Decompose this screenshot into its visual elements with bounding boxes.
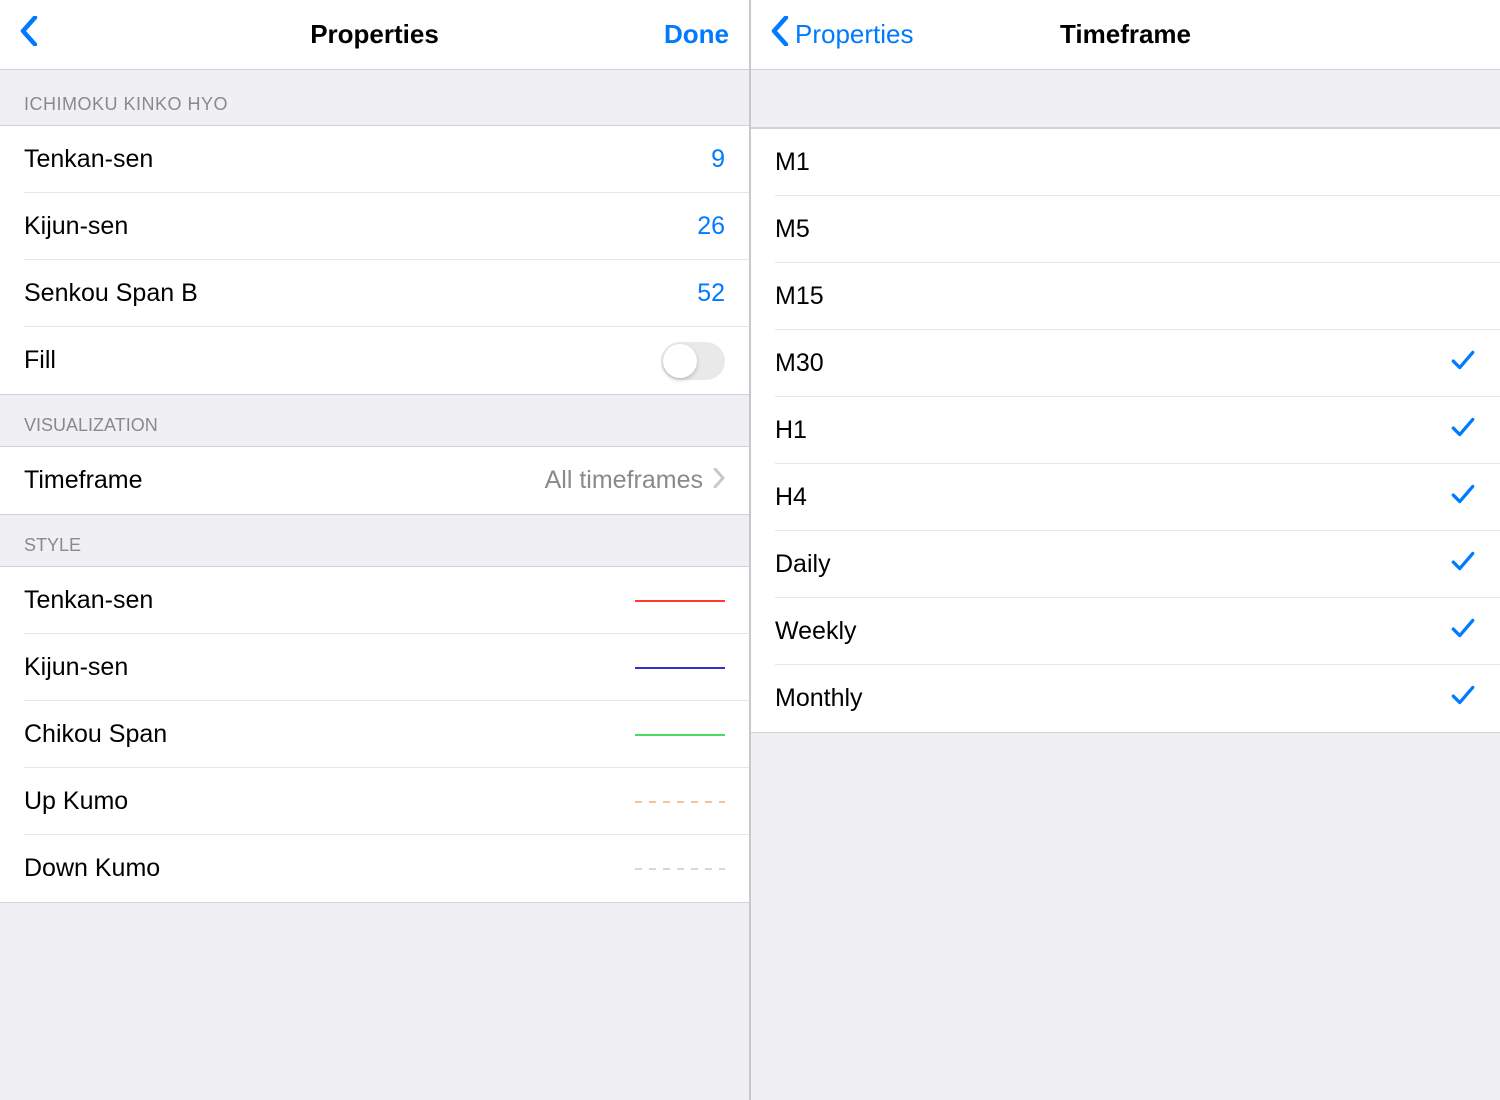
chevron-left-icon <box>771 16 795 53</box>
style-label: Down Kumo <box>24 854 160 883</box>
senkou-value: 52 <box>697 279 725 308</box>
page-title: Properties <box>310 19 439 50</box>
section-spacer <box>751 70 1500 128</box>
timeframe-row[interactable]: H1 <box>751 397 1500 464</box>
switch-knob <box>663 344 697 378</box>
line-sample <box>635 667 725 669</box>
timeframe-row[interactable]: Weekly <box>751 598 1500 665</box>
kijun-label: Kijun-sen <box>24 212 128 241</box>
properties-panel: Properties Done ICHIMOKU KINKO HYO Tenka… <box>0 0 751 1100</box>
timeframe-value: All timeframes <box>545 466 703 495</box>
senkou-label: Senkou Span B <box>24 279 198 308</box>
timeframe-panel: Properties Timeframe M1 M5 M15 M30 H1 H4 Daily… <box>751 0 1500 1100</box>
back-label: Properties <box>795 19 914 50</box>
style-label: Up Kumo <box>24 787 128 816</box>
back-button[interactable]: Properties <box>771 16 914 53</box>
style-label: Chikou Span <box>24 720 167 749</box>
timeframe-item-label: Monthly <box>775 684 863 713</box>
back-button[interactable] <box>20 16 44 53</box>
timeframe-item-label: Daily <box>775 550 831 579</box>
kijun-value: 26 <box>697 212 725 241</box>
kijun-row[interactable]: Kijun-sen 26 <box>0 193 749 260</box>
timeframe-item-label: Weekly <box>775 617 857 646</box>
style-row[interactable]: Up Kumo <box>0 768 749 835</box>
fill-row: Fill <box>0 327 749 394</box>
timeframe-item-label: H4 <box>775 483 807 512</box>
senkou-row[interactable]: Senkou Span B 52 <box>0 260 749 327</box>
line-sample <box>635 868 725 870</box>
checkmark-icon <box>1450 548 1476 581</box>
navbar-timeframe: Properties Timeframe <box>751 0 1500 70</box>
timeframe-row[interactable]: Timeframe All timeframes <box>0 447 749 514</box>
style-label: Tenkan-sen <box>24 586 153 615</box>
style-group: Tenkan-sen Kijun-sen Chikou Span Up Kumo Dow… <box>0 566 749 903</box>
chevron-right-icon <box>713 466 725 495</box>
style-row[interactable]: Chikou Span <box>0 701 749 768</box>
timeframe-item-label: M1 <box>775 148 810 177</box>
tenkan-label: Tenkan-sen <box>24 145 153 174</box>
ichimoku-group: Tenkan-sen 9 Kijun-sen 26 Senkou Span B … <box>0 125 749 395</box>
timeframe-row[interactable]: H4 <box>751 464 1500 531</box>
section-header-ichimoku: ICHIMOKU KINKO HYO <box>0 70 749 125</box>
section-header-visualization: VISUALIZATION <box>0 395 749 446</box>
timeframe-row[interactable]: Daily <box>751 531 1500 598</box>
chevron-left-icon <box>20 16 44 53</box>
timeframe-row[interactable]: M1 <box>751 129 1500 196</box>
timeframe-label: Timeframe <box>24 466 143 495</box>
style-row[interactable]: Down Kumo <box>0 835 749 902</box>
line-sample <box>635 801 725 803</box>
checkmark-icon <box>1450 414 1476 447</box>
timeframe-row[interactable]: M5 <box>751 196 1500 263</box>
style-row[interactable]: Kijun-sen <box>0 634 749 701</box>
timeframe-group: M1 M5 M15 M30 H1 H4 Daily Weekly Monthly <box>751 128 1500 733</box>
style-row[interactable]: Tenkan-sen <box>0 567 749 634</box>
checkmark-icon <box>1450 615 1476 648</box>
timeframe-item-label: M5 <box>775 215 810 244</box>
timeframe-item-label: M30 <box>775 349 824 378</box>
checkmark-icon <box>1450 481 1476 514</box>
section-header-style: STYLE <box>0 515 749 566</box>
visualization-group: Timeframe All timeframes <box>0 446 749 515</box>
tenkan-row[interactable]: Tenkan-sen 9 <box>0 126 749 193</box>
page-title: Timeframe <box>1060 19 1191 50</box>
timeframe-row[interactable]: M15 <box>751 263 1500 330</box>
checkmark-icon <box>1450 682 1476 715</box>
timeframe-row[interactable]: Monthly <box>751 665 1500 732</box>
timeframe-item-label: H1 <box>775 416 807 445</box>
checkmark-icon <box>1450 347 1476 380</box>
navbar-properties: Properties Done <box>0 0 749 70</box>
fill-label: Fill <box>24 346 56 375</box>
tenkan-value: 9 <box>711 145 725 174</box>
fill-switch[interactable] <box>661 342 725 380</box>
done-button[interactable]: Done <box>664 19 729 50</box>
style-label: Kijun-sen <box>24 653 128 682</box>
line-sample <box>635 734 725 736</box>
timeframe-row[interactable]: M30 <box>751 330 1500 397</box>
timeframe-item-label: M15 <box>775 282 824 311</box>
line-sample <box>635 600 725 602</box>
